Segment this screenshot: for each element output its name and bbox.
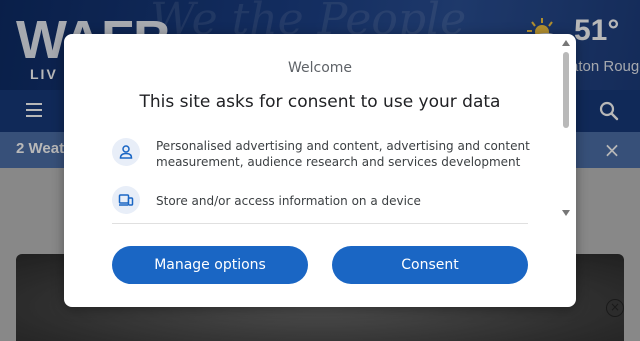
purpose-item: Personalised advertising and content, ad… — [112, 138, 542, 172]
divider — [112, 223, 528, 224]
purpose-text: Personalised advertising and content, ad… — [156, 139, 530, 169]
purpose-item: Store and/or access information on a dev… — [112, 186, 542, 216]
manage-options-button[interactable]: Manage options — [112, 246, 308, 284]
scroll-down-icon[interactable] — [562, 210, 570, 216]
consent-dialog: Welcome This site asks for consent to us… — [64, 34, 576, 307]
scroll-up-icon[interactable] — [562, 40, 570, 46]
dialog-title: This site asks for consent to use your d… — [139, 92, 501, 112]
dialog-scrollbar[interactable] — [561, 40, 571, 220]
devices-icon — [112, 186, 140, 214]
purpose-text: Store and/or access information on a dev… — [156, 194, 421, 208]
ad-close-icon[interactable]: × — [606, 299, 624, 317]
person-icon — [112, 138, 140, 166]
consent-button[interactable]: Consent — [332, 246, 528, 284]
scroll-thumb[interactable] — [563, 52, 569, 128]
dialog-welcome: Welcome — [287, 60, 353, 76]
